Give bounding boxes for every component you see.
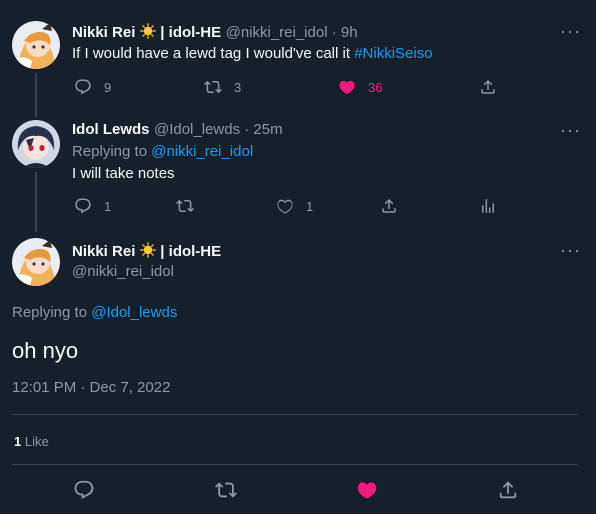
tweet-header: Idol Lewds @Idol_lewds · 25m	[72, 121, 283, 139]
avatar-image	[12, 238, 60, 286]
tweet-text: I will take notes	[72, 165, 175, 182]
more-icon[interactable]: ···	[560, 121, 581, 139]
author-name-suffix[interactable]: | idol-HE	[160, 243, 221, 260]
replying-to-link[interactable]: @Idol_lewds	[91, 304, 177, 321]
reply-icon	[73, 479, 95, 501]
tweet-header: Nikki Rei | idol-HE @nikki_rei_idol · 9h	[72, 23, 358, 42]
like-count: 36	[368, 79, 383, 95]
author-name[interactable]: Idol Lewds	[72, 121, 150, 138]
reply-count: 9	[104, 79, 112, 95]
author-handle-time[interactable]: @nikki_rei_idol · 9h	[226, 24, 358, 41]
share-icon	[497, 479, 519, 501]
heart-icon	[356, 479, 378, 501]
divider	[12, 464, 578, 465]
retweet-icon	[215, 479, 237, 501]
replying-to: Replying to @Idol_lewds	[12, 304, 177, 321]
tweet-timestamp[interactable]: 12:01 PM · Dec 7, 2022	[12, 379, 170, 396]
like-button[interactable]: 1	[276, 197, 313, 215]
retweet-button[interactable]: 3	[204, 78, 241, 96]
retweet-button[interactable]	[176, 197, 194, 215]
tweet-text: oh nyo	[12, 338, 79, 363]
reply-count: 1	[104, 198, 112, 214]
thread-line	[35, 172, 37, 232]
analytics-button[interactable]	[479, 197, 497, 215]
sun-emoji-icon	[140, 23, 156, 39]
replying-to-label: Replying to	[12, 304, 92, 321]
heart-icon	[338, 78, 356, 96]
likes-label: Like	[24, 434, 49, 449]
like-count: 1	[306, 198, 314, 214]
avatar-image	[12, 21, 60, 69]
share-icon	[380, 197, 398, 215]
avatar-nikki[interactable]	[12, 238, 60, 286]
thread-line	[35, 73, 37, 117]
divider	[12, 414, 578, 415]
share-icon	[479, 78, 497, 96]
analytics-icon	[479, 197, 497, 215]
author-name[interactable]: Nikki Rei	[72, 24, 135, 41]
like-button[interactable]: 36	[338, 78, 382, 96]
heart-icon	[276, 197, 294, 215]
likes-summary[interactable]: 1 Like	[14, 434, 49, 449]
more-icon[interactable]: ···	[560, 241, 581, 259]
author-handle-time[interactable]: @Idol_lewds · 25m	[154, 121, 283, 138]
share-button[interactable]	[497, 479, 519, 501]
reply-button[interactable]: 1	[74, 197, 111, 215]
tweet-text-body: If I would have a lewd tag I would've ca…	[72, 45, 355, 62]
author-name-suffix[interactable]: | idol-HE	[160, 24, 221, 41]
author-name[interactable]: Nikki Rei	[72, 243, 135, 260]
share-button[interactable]	[479, 78, 497, 96]
avatar-nikki[interactable]	[12, 21, 60, 69]
replying-to: Replying to @nikki_rei_idol	[72, 143, 253, 160]
retweet-icon	[176, 197, 194, 215]
tweet-header: Nikki Rei | idol-HE	[72, 242, 221, 261]
share-button[interactable]	[380, 197, 398, 215]
replying-to-label: Replying to	[72, 143, 152, 160]
reply-icon	[74, 78, 92, 96]
sun-emoji-icon	[140, 242, 156, 258]
more-icon[interactable]: ···	[560, 22, 581, 40]
avatar-image	[12, 120, 60, 168]
retweet-icon	[204, 78, 222, 96]
replying-to-link[interactable]: @nikki_rei_idol	[151, 143, 253, 160]
author-handle[interactable]: @nikki_rei_idol	[72, 263, 174, 280]
tweet-text: If I would have a lewd tag I would've ca…	[72, 45, 433, 62]
avatar-idol-lewds[interactable]	[12, 120, 60, 168]
reply-icon	[74, 197, 92, 215]
reply-button[interactable]	[73, 479, 95, 501]
like-button[interactable]	[356, 479, 378, 501]
likes-count: 1	[14, 434, 22, 449]
retweet-button[interactable]	[215, 479, 237, 501]
reply-button[interactable]: 9	[74, 78, 111, 96]
retweet-count: 3	[234, 79, 242, 95]
hashtag-link[interactable]: #NikkiSeiso	[354, 45, 432, 62]
